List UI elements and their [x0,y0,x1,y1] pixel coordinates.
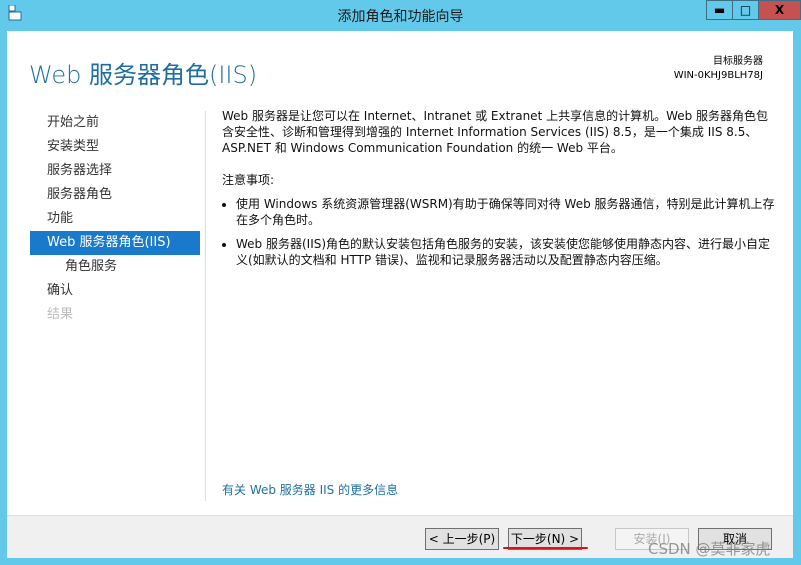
title-bar: 添加角色和功能向导 ▬ □ X [0,0,801,30]
minimize-button[interactable]: ▬ [706,0,733,20]
description: Web 服务器是让您可以在 Internet、Intranet 或 Extran… [222,108,777,276]
notes-title: 注意事项: [222,173,275,187]
close-button[interactable]: X [758,0,801,20]
target-server: 目标服务器 WIN-0KHJ9BLH78J [674,55,763,83]
notes-list: 使用 Windows 系统资源管理器(WSRM)有助于确保等同对待 Web 服务… [222,196,777,268]
previous-button[interactable]: < 上一步(P) [425,528,499,550]
watermark: CSDN @莫非家虎 [648,540,771,558]
target-server-value: WIN-0KHJ9BLH78J [673,70,763,81]
step-server-selection[interactable]: 服务器选择 [30,159,200,183]
page-title: Web 服务器角色(IIS) [29,61,258,89]
intro-text: Web 服务器是让您可以在 Internet、Intranet 或 Extran… [222,109,769,155]
step-confirmation[interactable]: 确认 [30,279,200,303]
target-server-label: 目标服务器 [713,56,763,67]
wizard-body: Web 服务器角色(IIS) 目标服务器 WIN-0KHJ9BLH78J 开始之… [7,31,793,558]
step-features[interactable]: 功能 [30,207,200,231]
step-before-you-begin[interactable]: 开始之前 [30,111,200,135]
divider [205,111,206,501]
note-item: Web 服务器(IIS)角色的默认安装包括角色服务的安装，该安装使您能够使用静态… [236,236,777,268]
maximize-button[interactable]: □ [732,0,759,20]
step-role-services[interactable]: 角色服务 [30,255,200,279]
note-item: 使用 Windows 系统资源管理器(WSRM)有助于确保等同对待 Web 服务… [236,196,777,228]
step-web-server-role[interactable]: Web 服务器角色(IIS) [30,231,200,255]
step-results: 结果 [47,307,74,322]
step-installation-type[interactable]: 安装类型 [30,135,200,159]
red-underline-annotation [503,547,588,549]
more-info-link[interactable]: 有关 Web 服务器 IIS 的更多信息 [222,481,398,498]
step-server-roles[interactable]: 服务器角色 [30,183,200,207]
window-title: 添加角色和功能向导 [337,9,464,25]
wizard-steps: 开始之前 安装类型 服务器选择 服务器角色 功能 Web 服务器角色(IIS) … [30,111,200,327]
